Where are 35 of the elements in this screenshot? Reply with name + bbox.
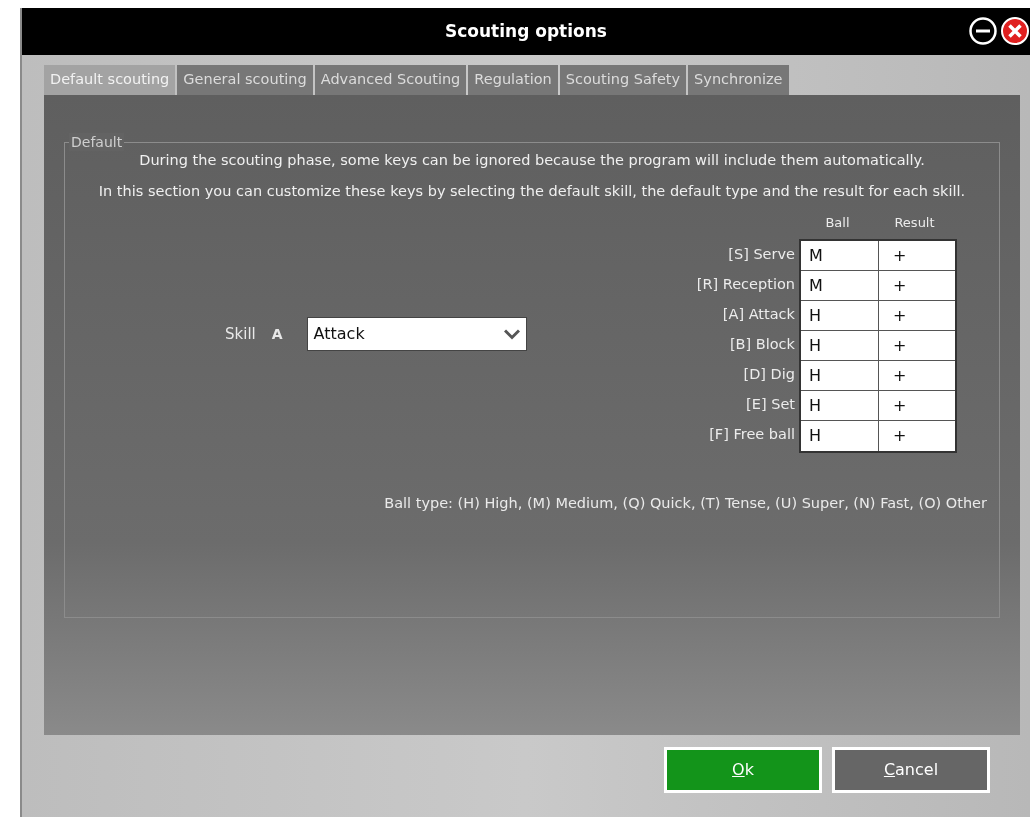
ball-cell[interactable]: H	[801, 421, 878, 451]
row-label: [A] Attack	[721, 305, 796, 324]
ball-cell[interactable]: H	[801, 331, 878, 361]
intro-text: During the scouting phase, some keys can be ignored because the program will include them automatically.	[138, 151, 926, 170]
skill-label: Skill	[225, 323, 256, 345]
result-cell[interactable]: +	[878, 421, 955, 451]
row-label: [B] Block	[728, 335, 796, 354]
skill-dropdown[interactable]: Attack	[306, 317, 527, 351]
result-cell[interactable]: +	[878, 241, 955, 271]
skill-key: A	[271, 323, 283, 345]
row-label: [D] Dig	[742, 365, 796, 384]
ball-cell[interactable]: H	[801, 391, 878, 421]
ball-cell[interactable]: M	[801, 271, 878, 301]
row-label: [E] Set	[745, 395, 796, 414]
window-title: Scouting options	[445, 19, 607, 43]
close-icon[interactable]	[1000, 16, 1030, 46]
column-header: Result	[893, 214, 936, 232]
result-cell[interactable]: +	[878, 361, 955, 391]
ball-cell[interactable]: H	[801, 361, 878, 391]
chevron-icon	[503, 328, 520, 340]
ball-cell[interactable]: M	[801, 241, 878, 271]
ball-type-legend: Ball type: (H) High, (M) Medium, (Q) Quick, (T) Tense, (U) Super, (N) Fast, (O) Other	[77, 493, 987, 515]
result-cell[interactable]: +	[878, 271, 955, 301]
intro-text: In this section you can customize these keys by selecting the default skill, the default type and the result for each skill.	[97, 182, 967, 201]
result-cell[interactable]: +	[878, 391, 955, 421]
column-header: Ball	[824, 214, 851, 232]
result-cell[interactable]: +	[878, 301, 955, 331]
ball-cell[interactable]: H	[801, 301, 878, 331]
ok-button[interactable]: Ok	[664, 747, 822, 793]
result-cell[interactable]: +	[878, 331, 955, 361]
minimize-icon[interactable]	[968, 16, 998, 46]
row-label: [R] Reception	[696, 275, 796, 294]
row-label: [S] Serve	[727, 245, 796, 264]
row-label: [F] Free ball	[708, 425, 796, 444]
cancel-button[interactable]: Cancel	[832, 747, 990, 793]
